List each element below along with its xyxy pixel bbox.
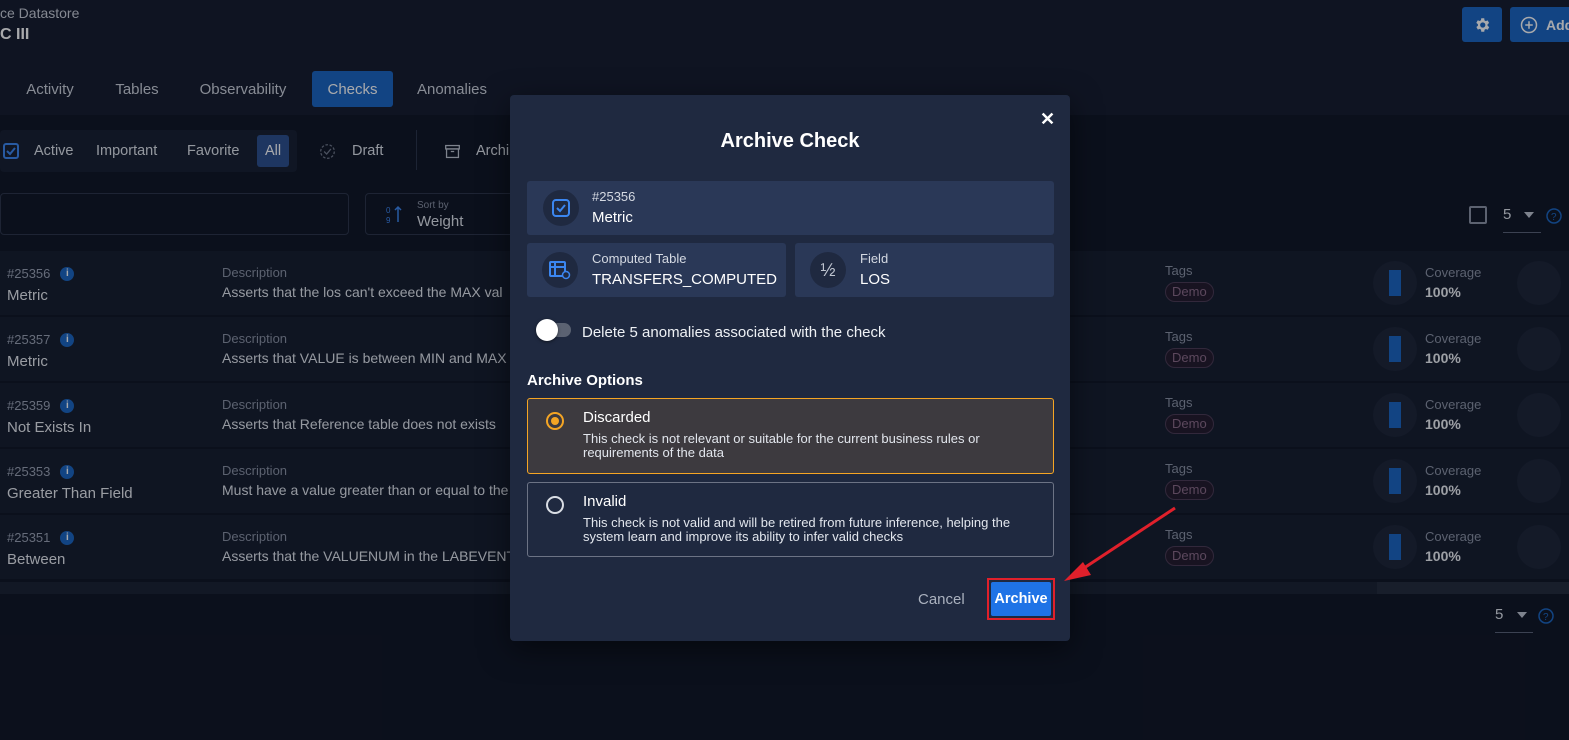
- field-card: ½ Field LOS: [795, 243, 1054, 297]
- table-icon: [542, 252, 578, 288]
- check-type: Metric: [592, 209, 633, 226]
- check-info-card: #25356 Metric: [527, 181, 1054, 235]
- fraction-icon: ½: [810, 252, 846, 288]
- option-description: This check is not relevant or suitable f…: [583, 431, 980, 460]
- option-invalid[interactable]: Invalid This check is not valid and will…: [527, 482, 1054, 557]
- field-value: LOS: [860, 271, 891, 288]
- delete-anomalies-toggle[interactable]: [536, 319, 571, 341]
- check-icon: [543, 190, 579, 226]
- option-discarded[interactable]: Discarded This check is not relevant or …: [527, 398, 1054, 474]
- archive-check-dialog: ✕ Archive Check #25356 Metric Computed T…: [510, 95, 1070, 641]
- radio-unselected[interactable]: [546, 496, 564, 514]
- check-id: #25356: [592, 189, 636, 204]
- field-label: Field: [860, 251, 889, 266]
- option-title: Invalid: [583, 493, 627, 510]
- archive-button-highlight[interactable]: Archive: [987, 578, 1055, 620]
- table-value: TRANSFERS_COMPUTED: [592, 271, 778, 288]
- computed-table-card: Computed Table TRANSFERS_COMPUTED: [527, 243, 786, 297]
- option-title: Discarded: [583, 409, 651, 426]
- toggle-label: Delete 5 anomalies associated with the c…: [582, 324, 886, 341]
- cancel-button[interactable]: Cancel: [918, 591, 965, 608]
- archive-options-heading: Archive Options: [527, 372, 643, 389]
- table-label: Computed Table: [592, 251, 687, 266]
- option-description: This check is not valid and will be reti…: [583, 515, 1011, 544]
- dialog-title: Archive Check: [720, 130, 860, 152]
- archive-button[interactable]: Archive: [991, 582, 1051, 616]
- toggle-knob: [536, 319, 558, 341]
- close-icon[interactable]: ✕: [1040, 109, 1055, 130]
- radio-selected[interactable]: [546, 412, 564, 430]
